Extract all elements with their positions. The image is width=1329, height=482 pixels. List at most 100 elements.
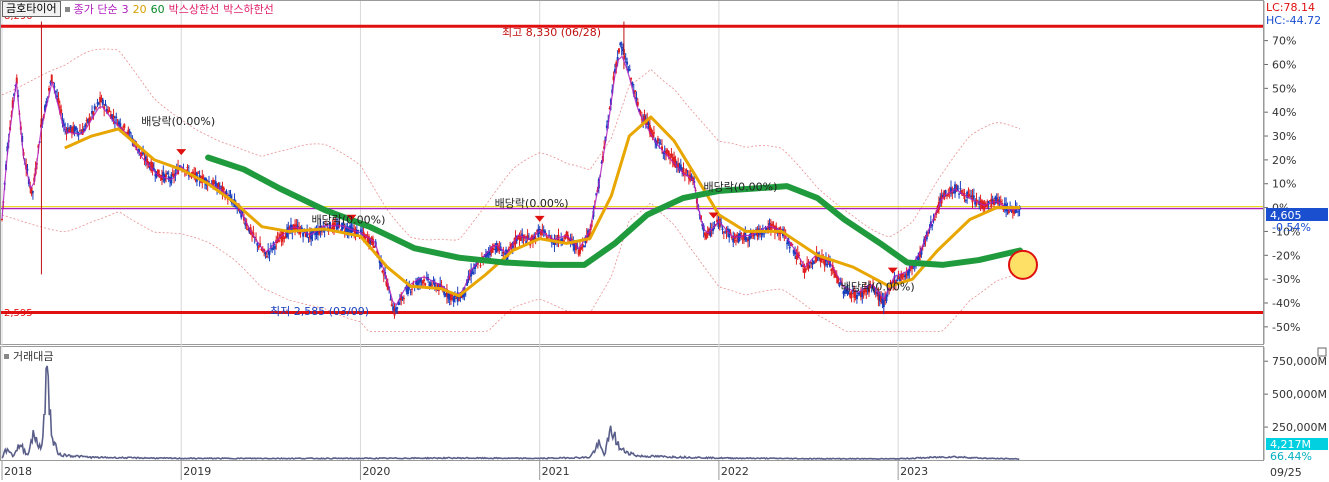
panel-settings-icon[interactable] — [1317, 347, 1327, 357]
candle-body — [431, 284, 434, 286]
legend-ma20[interactable]: 20 — [133, 3, 147, 16]
legend-ma3[interactable]: 3 — [122, 3, 129, 16]
y-tick-label: 40% — [1272, 106, 1296, 119]
candle-body — [268, 251, 271, 255]
candle-body — [164, 174, 167, 177]
candle-body — [409, 291, 412, 293]
candle-body — [458, 299, 461, 301]
y-tick-label: 20% — [1272, 154, 1296, 167]
candle-body — [452, 296, 455, 302]
candle-body — [734, 240, 737, 242]
candle-body — [222, 187, 225, 191]
dividend-label: 배당락(0.00%) — [311, 214, 385, 227]
candle-body — [667, 151, 670, 156]
candle-body — [972, 195, 975, 198]
candle-body — [401, 297, 404, 299]
candle-body — [945, 195, 948, 197]
legend-price-label[interactable]: 종가 단순 — [74, 1, 118, 17]
candle-body — [944, 190, 947, 194]
candle-body — [501, 255, 504, 257]
legend-box-lower[interactable]: 박스하한선 — [223, 1, 274, 17]
candle-body — [947, 194, 950, 196]
candle-body — [265, 256, 268, 258]
candle-body — [807, 264, 810, 269]
candle-body — [658, 142, 661, 144]
candle-body — [752, 235, 755, 237]
x-tick-label: 2018 — [4, 465, 32, 478]
stock-name-button[interactable]: 금호타이어 — [2, 1, 61, 17]
candle-body — [166, 172, 169, 174]
y-tick-label: -20% — [1272, 249, 1300, 262]
legend-ma60[interactable]: 60 — [151, 3, 165, 16]
candle-body — [128, 131, 131, 134]
candle-body — [429, 282, 432, 287]
lc-label: LC:78.14 — [1266, 1, 1315, 14]
candle-body — [850, 293, 853, 298]
candle-body — [424, 283, 427, 285]
candle-body — [417, 282, 420, 284]
hc-label: HC:-44.72 — [1266, 14, 1321, 27]
dividend-label: 배당락(0.00%) — [704, 180, 778, 193]
highlight-circle-icon — [1008, 249, 1038, 280]
stock-chart[interactable]: 배당락(0.00%) 배당락(0.00%) 배당락(0.00%) 배당락(0.00%)… — [0, 0, 1329, 482]
candle-body — [882, 299, 885, 308]
candle-body — [634, 90, 637, 92]
candle-body — [186, 166, 189, 169]
candle-body — [652, 132, 655, 134]
candle-body — [628, 69, 631, 71]
candle-body — [933, 219, 936, 221]
x-tick-label: 2022 — [721, 465, 749, 478]
candle-body — [271, 247, 274, 251]
candle-body — [49, 82, 52, 84]
candle-body — [104, 103, 107, 106]
candle-body — [296, 225, 299, 227]
x-axis-end-label: 09/25 — [1270, 466, 1302, 479]
candle-body — [479, 265, 482, 267]
candle-body — [519, 236, 522, 242]
candle-body — [583, 246, 586, 248]
candle-body — [1007, 210, 1010, 214]
volume-tick-label: 250,000M — [1272, 421, 1327, 434]
candle-body — [421, 280, 424, 284]
candle-body — [626, 61, 629, 65]
candle-body — [112, 115, 115, 119]
current-change: -0.54% — [1272, 221, 1311, 234]
candle-body — [389, 299, 392, 301]
y-tick-label: -50% — [1272, 321, 1300, 334]
price-y-axis: 70%60%50%40%30%20%10%0%-10%-20%-30%-40%-… — [1263, 1, 1300, 344]
candle-body — [402, 298, 405, 300]
volume-panel-title: 거래대금 — [4, 348, 53, 364]
candle-body — [191, 171, 194, 174]
candle-body — [732, 238, 735, 243]
candle-body — [115, 116, 118, 118]
candle-body — [635, 97, 638, 100]
candle-body — [819, 258, 822, 263]
dividend-label: 배당락(0.00%) — [141, 115, 215, 128]
volume-panel[interactable] — [0, 346, 1264, 461]
y-tick-label: 10% — [1272, 178, 1296, 191]
candle-body — [656, 138, 659, 142]
candle-body — [396, 307, 399, 310]
candle-body — [544, 230, 547, 234]
x-tick-label: 2023 — [900, 465, 928, 478]
volume-pct: 66.44% — [1270, 450, 1312, 463]
candle-body — [433, 282, 436, 288]
volume-tick-label: 500,000M — [1272, 388, 1327, 401]
candle-body — [826, 263, 829, 266]
legend-box-upper[interactable]: 박스상한선 — [169, 1, 220, 17]
candle-body — [901, 274, 904, 276]
y-tick-label: 70% — [1272, 35, 1296, 48]
candle-body — [617, 48, 620, 53]
candle-body — [225, 191, 228, 195]
candle-body — [373, 245, 376, 248]
candle-body — [84, 124, 87, 127]
candle-body — [68, 129, 71, 133]
dividend-label: 배당락(0.00%) — [841, 281, 915, 294]
min-annotation: 최저 2,585 (03/09) — [270, 305, 369, 318]
y-tick-label: 30% — [1272, 130, 1296, 143]
candle-body — [788, 246, 791, 249]
dividend-label: 배당락(0.00%) — [495, 197, 569, 210]
candle-body — [620, 47, 623, 49]
y-tick-label: -40% — [1272, 297, 1300, 310]
x-axis: 2018 2019 2020 2021 2022 2023 — [1, 461, 928, 480]
